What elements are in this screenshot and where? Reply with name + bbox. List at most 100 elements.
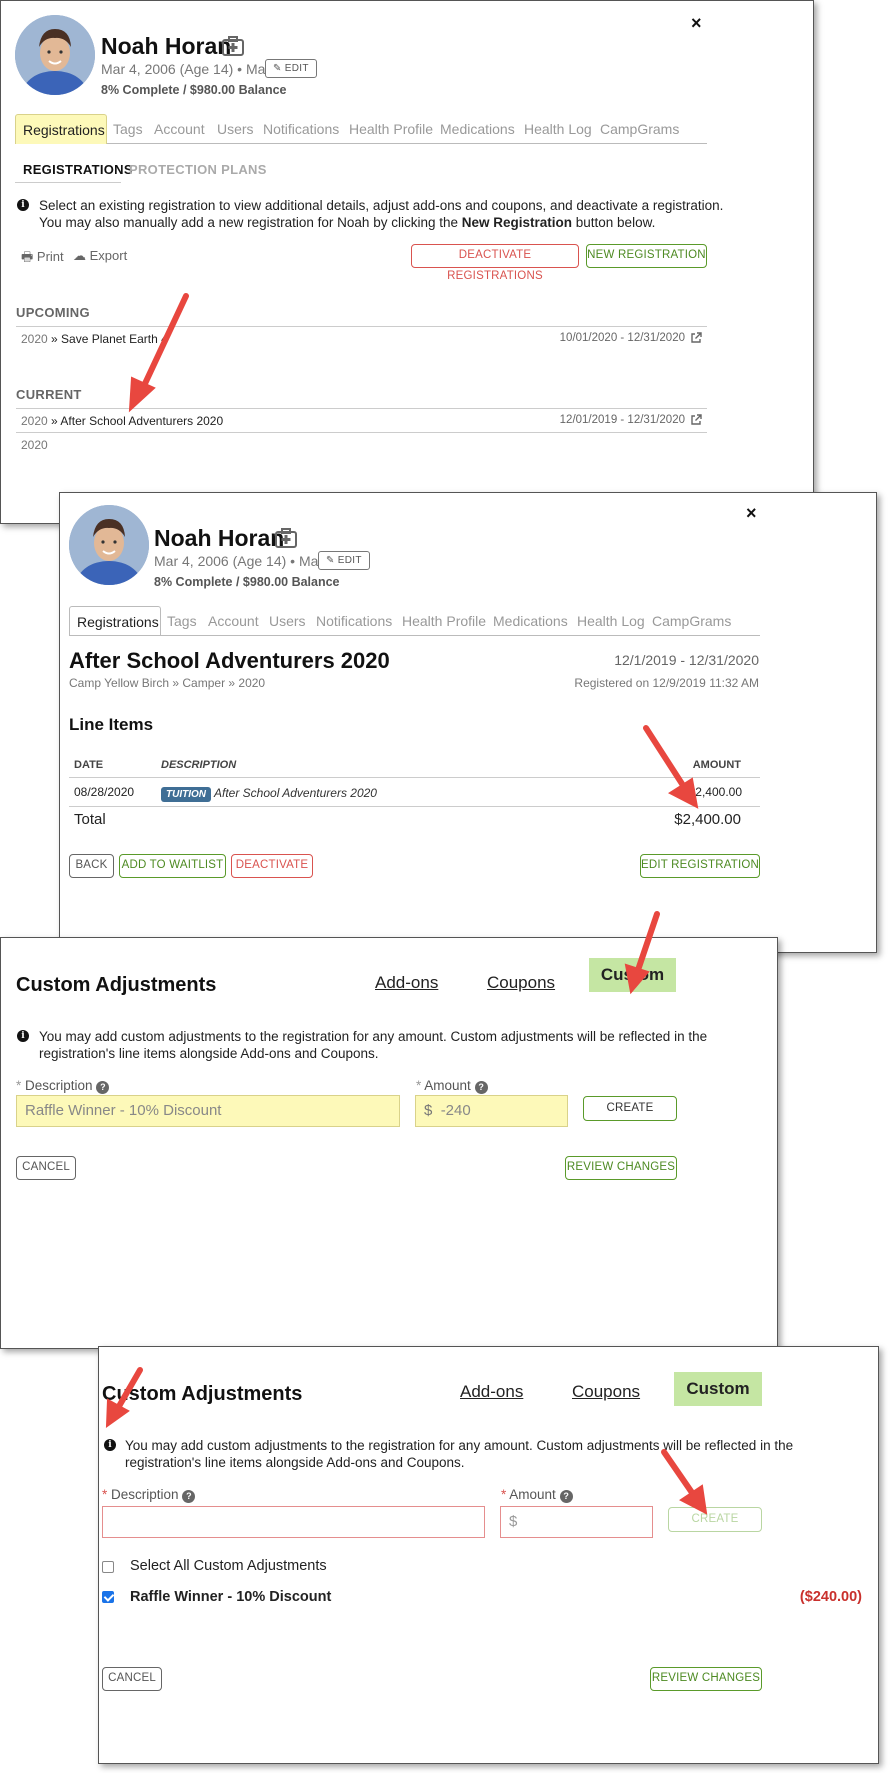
registration-detail-panel: × Noah Horan Mar 4, 2006 (Age 14) • Male… (59, 492, 877, 953)
description-input[interactable] (102, 1506, 485, 1538)
edit-registration-button[interactable]: EDIT REGISTRATION (640, 854, 760, 878)
edit-profile-button[interactable]: ✎ EDIT (318, 551, 370, 570)
tab-campgrams[interactable]: CampGrams (600, 114, 679, 144)
pencil-icon: ✎ (273, 63, 282, 74)
profile-meta: Mar 4, 2006 (Age 14) • Male (154, 553, 330, 569)
col-description: DESCRIPTION (161, 759, 237, 771)
help-icon: ? (474, 1081, 488, 1094)
profile-name: Noah Horan (101, 33, 232, 59)
medical-kit-icon (275, 528, 297, 553)
back-button[interactable]: BACK (69, 854, 114, 878)
tab-health-log[interactable]: Health Log (577, 606, 645, 636)
tab-custom[interactable]: Custom (589, 958, 676, 992)
adjustment-checkbox[interactable] (102, 1591, 114, 1603)
custom-adjustments-panel: Custom Adjustments Add-ons Coupons Custo… (0, 937, 778, 1349)
close-button[interactable]: × (746, 503, 757, 524)
info-icon: i (17, 199, 29, 211)
adjustment-amount: ($240.00) (799, 1589, 862, 1605)
select-all-label: Select All Custom Adjustments (130, 1558, 327, 1574)
tab-health-profile[interactable]: Health Profile (349, 114, 433, 144)
external-link-icon[interactable] (690, 414, 702, 426)
custom-adjustments-panel-review: Custom Adjustments Add-ons Coupons Custo… (98, 1346, 879, 1764)
tab-add-ons[interactable]: Add-ons (375, 973, 438, 993)
description-label: * Description ? (16, 1078, 110, 1094)
col-amount: AMOUNT (692, 759, 741, 771)
create-button[interactable]: CREATE (583, 1096, 677, 1121)
profile-tabs: Registrations Tags Account Users Notific… (69, 606, 760, 636)
export-link[interactable]: ☁ Export (73, 248, 127, 264)
total-value: $2,400.00 (674, 811, 741, 828)
current-heading: CURRENT (16, 387, 82, 402)
help-icon: ? (96, 1081, 110, 1094)
deactivate-registrations-button[interactable]: DEACTIVATE REGISTRATIONS (411, 244, 579, 282)
dollar-sign: $ (509, 1513, 518, 1530)
custom-adjustments-title: Custom Adjustments (16, 974, 217, 996)
tab-medications[interactable]: Medications (440, 114, 515, 144)
info-text: You may add custom adjustments to the re… (39, 1029, 708, 1061)
cancel-button[interactable]: CANCEL (16, 1156, 76, 1180)
external-link-icon[interactable] (690, 332, 702, 344)
new-registration-button[interactable]: NEW REGISTRATION (586, 244, 707, 268)
subtab-registrations[interactable]: REGISTRATIONS (23, 162, 133, 177)
tab-users[interactable]: Users (217, 114, 254, 144)
registration-row[interactable]: 2020 » After School Adventurers 2020 12/… (16, 408, 707, 432)
amount-input[interactable]: $ -240 (415, 1095, 568, 1127)
cancel-button[interactable]: CANCEL (102, 1667, 162, 1691)
tab-campgrams[interactable]: CampGrams (652, 606, 731, 636)
profile-meta: Mar 4, 2006 (Age 14) • Male (101, 61, 277, 77)
registration-title: After School Adventurers 2020 (69, 648, 390, 673)
profile-tabs: Registrations Tags Account Users Notific… (15, 114, 707, 144)
description-input[interactable]: Raffle Winner - 10% Discount (16, 1095, 400, 1127)
tab-notifications[interactable]: Notifications (316, 606, 392, 636)
deactivate-button[interactable]: DEACTIVATE (231, 854, 313, 878)
close-button[interactable]: × (691, 13, 702, 34)
tab-health-log[interactable]: Health Log (524, 114, 592, 144)
create-button[interactable]: CREATE (668, 1507, 762, 1532)
tab-registrations[interactable]: Registrations (15, 114, 107, 144)
tab-coupons[interactable]: Coupons (487, 973, 555, 993)
review-changes-button[interactable]: REVIEW CHANGES (565, 1156, 677, 1180)
tab-add-ons[interactable]: Add-ons (460, 1382, 523, 1402)
profile-registrations-panel: × Noah Horan Mar 4, 2006 (Age 14) • Male… (0, 0, 814, 524)
tuition-badge: TUITION (161, 784, 211, 802)
review-changes-button[interactable]: REVIEW CHANGES (650, 1667, 762, 1691)
avatar (15, 15, 95, 95)
table-divider (69, 806, 760, 807)
registration-date-range: 12/1/2019 - 12/31/2020 (614, 652, 759, 668)
upcoming-heading: UPCOMING (16, 305, 90, 320)
tab-account[interactable]: Account (154, 114, 205, 144)
tab-coupons[interactable]: Coupons (572, 1382, 640, 1402)
description-label: * Description ? (102, 1487, 196, 1503)
balance-summary: 8% Complete / $980.00 Balance (101, 83, 287, 97)
help-icon: ? (559, 1490, 573, 1503)
tab-registrations[interactable]: Registrations (69, 606, 161, 636)
tab-medications[interactable]: Medications (493, 606, 568, 636)
total-label: Total (74, 811, 106, 828)
col-date: DATE (74, 759, 104, 771)
print-link[interactable]: 🖶 Print (21, 248, 64, 270)
registered-timestamp: Registered on 12/9/2019 11:32 AM (574, 676, 759, 690)
tab-custom[interactable]: Custom (674, 1372, 762, 1406)
medical-kit-icon (222, 36, 244, 61)
line-items-heading: Line Items (69, 715, 154, 734)
info-text: Select an existing registration to view … (39, 198, 724, 230)
info-text: You may add custom adjustments to the re… (125, 1438, 794, 1470)
edit-profile-button[interactable]: ✎ EDIT (265, 59, 317, 78)
breadcrumb: Camp Yellow Birch » Camper » 2020 (69, 676, 266, 690)
avatar (69, 505, 149, 585)
help-icon: ? (182, 1490, 196, 1503)
tab-tags[interactable]: Tags (167, 606, 197, 636)
select-all-checkbox[interactable] (102, 1561, 114, 1573)
adjustment-name: Raffle Winner - 10% Discount (130, 1589, 332, 1605)
tab-users[interactable]: Users (269, 606, 306, 636)
amount-input[interactable]: $ (500, 1506, 653, 1538)
registration-row[interactable]: 2020 (16, 432, 707, 456)
registration-row[interactable]: 2020 » Save Planet Earth 4 10/01/2020 - … (16, 326, 707, 350)
tab-health-profile[interactable]: Health Profile (402, 606, 486, 636)
subtab-protection-plans[interactable]: PROTECTION PLANS (129, 162, 267, 177)
tab-notifications[interactable]: Notifications (263, 114, 339, 144)
tab-tags[interactable]: Tags (113, 114, 143, 144)
add-to-waitlist-button[interactable]: ADD TO WAITLIST (119, 854, 226, 878)
tab-account[interactable]: Account (208, 606, 259, 636)
amount-label: * Amount ? (501, 1487, 573, 1503)
